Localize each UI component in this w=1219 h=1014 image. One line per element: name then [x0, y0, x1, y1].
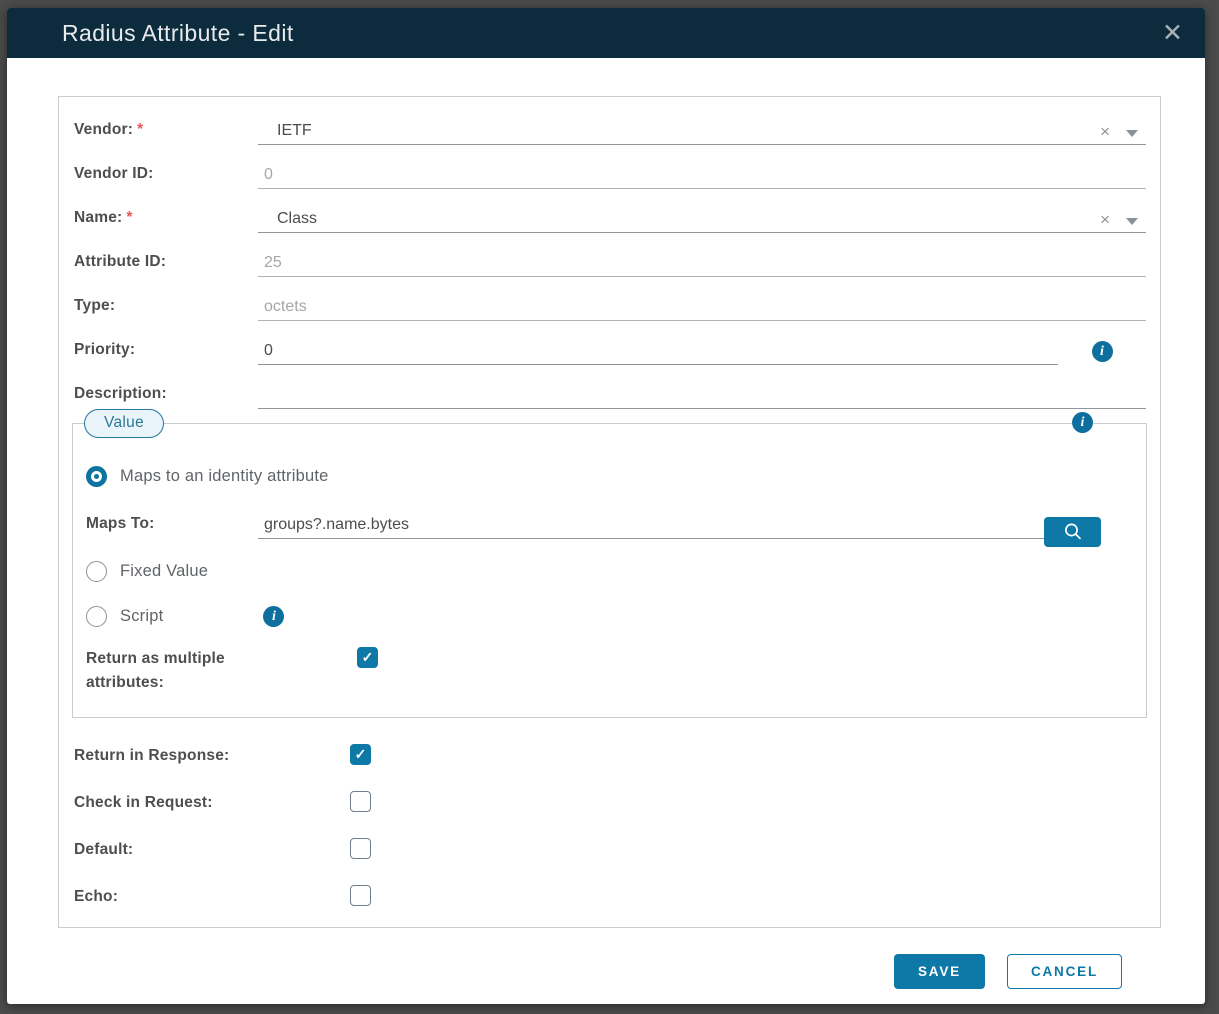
- dialog-header: Radius Attribute - Edit ✕: [7, 8, 1205, 58]
- vendor-input[interactable]: [258, 119, 1146, 144]
- chevron-down-icon[interactable]: [1126, 218, 1138, 225]
- maps-to-row: Maps To:: [86, 511, 1101, 547]
- attribute-id-label: Attribute ID:: [74, 253, 167, 270]
- attribute-form: Vendor:* × Vendor ID: Name:* ×: [58, 96, 1161, 929]
- maps-to-identity-radio[interactable]: [86, 466, 107, 487]
- fixed-value-radio-label: Fixed Value: [120, 562, 209, 580]
- maps-to-label: Maps To:: [86, 515, 155, 532]
- name-label: Name: *: [74, 209, 133, 226]
- script-radio-label: Script: [120, 607, 164, 625]
- return-in-response-checkbox[interactable]: ✓: [350, 744, 371, 766]
- return-in-response-row: Return in Response: ✓: [74, 744, 1146, 768]
- clear-icon[interactable]: ×: [1100, 123, 1110, 140]
- check-in-request-checkbox[interactable]: [350, 791, 371, 813]
- vendor-label: Vendor: *: [74, 121, 144, 138]
- cancel-button[interactable]: CANCEL: [1006, 954, 1122, 990]
- echo-row: Echo:: [74, 885, 1146, 909]
- priority-field: [258, 337, 1058, 365]
- description-row: Description:: [59, 381, 1160, 409]
- vendor-field: ×: [258, 117, 1146, 145]
- search-button[interactable]: [1044, 517, 1101, 547]
- return-multiple-checkbox[interactable]: ✓: [357, 647, 378, 668]
- value-panel-info-icon[interactable]: i: [1072, 412, 1093, 433]
- radius-attribute-edit-dialog: Radius Attribute - Edit ✕ Vendor:* × Ven…: [7, 8, 1205, 1004]
- required-asterisk: *: [126, 209, 133, 226]
- default-checkbox[interactable]: [350, 838, 371, 860]
- name-input[interactable]: [258, 207, 1146, 232]
- description-input[interactable]: [258, 383, 1146, 408]
- echo-checkbox[interactable]: [350, 885, 371, 907]
- description-field: [258, 381, 1146, 409]
- script-info-icon[interactable]: i: [263, 606, 285, 627]
- check-in-request-row: Check in Request:: [74, 791, 1146, 815]
- maps-to-input[interactable]: [258, 513, 1044, 538]
- vendor-id-input: [258, 163, 1146, 188]
- maps-radio-row: Maps to an identity attribute: [86, 466, 1101, 487]
- option-rows: Return in Response: ✓ Check in Request: …: [59, 744, 1160, 909]
- attribute-id-input: [258, 251, 1146, 276]
- fixed-value-radio[interactable]: [86, 561, 107, 582]
- vendor-id-field: [258, 161, 1146, 189]
- return-multiple-label: Return as multiple attributes:: [86, 650, 225, 692]
- close-icon[interactable]: ✕: [1154, 19, 1191, 48]
- priority-row: Priority: i: [59, 337, 1160, 365]
- script-radio-row: Script i: [86, 606, 1101, 627]
- dialog-title: Radius Attribute - Edit: [62, 19, 294, 46]
- return-in-response-label: Return in Response:: [74, 747, 230, 765]
- chevron-down-icon[interactable]: [1126, 130, 1138, 137]
- default-label: Default:: [74, 841, 134, 859]
- vendor-id-label: Vendor ID:: [74, 165, 154, 182]
- attribute-id-row: Attribute ID:: [59, 249, 1160, 277]
- priority-input[interactable]: [258, 339, 1058, 364]
- echo-label: Echo:: [74, 888, 119, 906]
- type-input: [258, 295, 1146, 320]
- vendor-row: Vendor:* ×: [59, 117, 1160, 145]
- description-label: Description:: [74, 385, 167, 402]
- required-asterisk: *: [137, 121, 144, 138]
- priority-info-icon[interactable]: i: [1091, 341, 1113, 362]
- dialog-footer: SAVE CANCEL: [58, 928, 1161, 990]
- save-button[interactable]: SAVE: [893, 954, 985, 990]
- maps-radio-label: Maps to an identity attribute: [120, 467, 329, 485]
- value-panel: Value i Maps to an identity attribute Ma…: [72, 409, 1147, 719]
- search-icon: [1064, 523, 1081, 540]
- default-row: Default:: [74, 838, 1146, 862]
- dialog-body: Vendor:* × Vendor ID: Name:* ×: [7, 58, 1205, 1004]
- name-field: ×: [258, 205, 1146, 233]
- attribute-id-field: [258, 249, 1146, 277]
- priority-label: Priority:: [74, 341, 136, 358]
- type-field: [258, 293, 1146, 321]
- return-multiple-row: Return as multiple attributes: ✓: [86, 647, 1101, 695]
- type-label: Type:: [74, 297, 116, 314]
- script-radio[interactable]: [86, 606, 107, 627]
- clear-icon[interactable]: ×: [1100, 211, 1110, 228]
- maps-to-field: [258, 511, 1044, 539]
- value-tab[interactable]: Value: [84, 409, 164, 438]
- vendor-id-row: Vendor ID:: [59, 161, 1160, 189]
- check-in-request-label: Check in Request:: [74, 794, 213, 812]
- name-row: Name:* ×: [59, 205, 1160, 233]
- fixed-value-radio-row: Fixed Value: [86, 561, 1101, 582]
- type-row: Type:: [59, 293, 1160, 321]
